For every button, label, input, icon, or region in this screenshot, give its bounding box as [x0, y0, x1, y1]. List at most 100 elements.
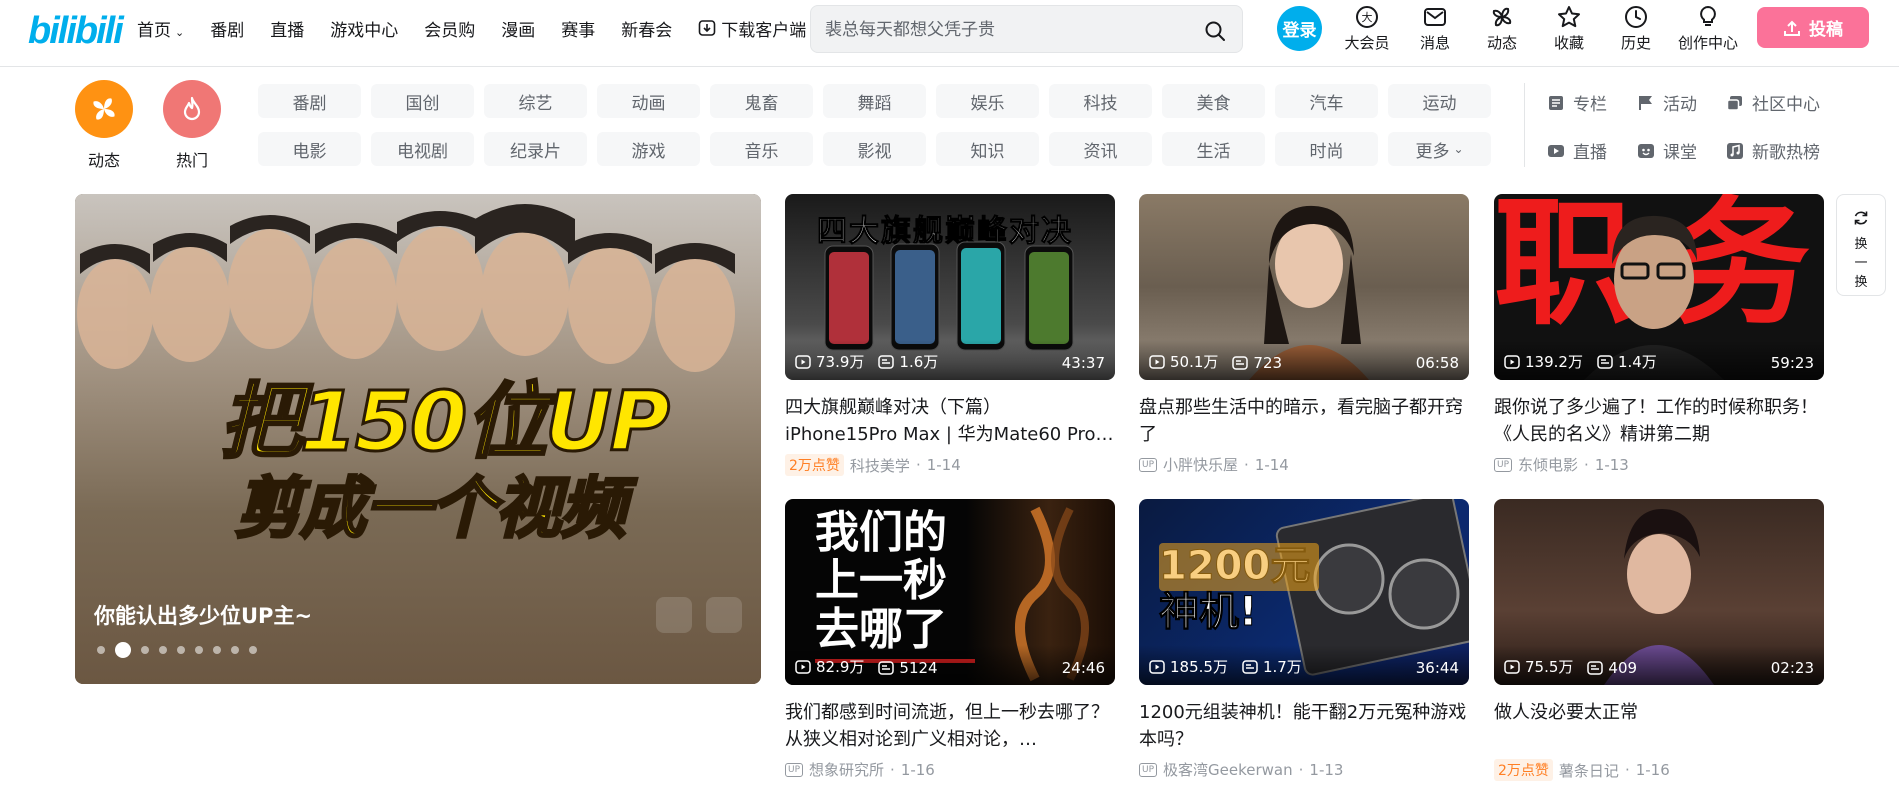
video-thumbnail[interactable]: 1200元神机! 185.5万 1.7万 36:44	[1139, 499, 1469, 685]
bilibili-logo[interactable]: bilibili	[28, 10, 124, 53]
video-thumbnail[interactable]: 75.5万 409 02:23	[1494, 499, 1824, 685]
vip-link[interactable]: 大 大会员	[1337, 4, 1397, 53]
video-author[interactable]: 极客湾Geekerwan	[1163, 759, 1293, 780]
video-card[interactable]: 我们的上一秒去哪了 82.9万 5124 24:46 我们都感到时间流逝，但上一…	[785, 499, 1115, 780]
carousel-dot-active[interactable]	[115, 642, 131, 658]
video-title[interactable]: 我们都感到时间流逝，但上一秒去哪了？从狭义相对论到广义相对论，…	[785, 699, 1115, 753]
nav-game-center[interactable]: 游戏中心	[330, 16, 398, 41]
carousel-dot[interactable]	[213, 646, 221, 654]
channel-chip[interactable]: 鬼畜	[710, 84, 813, 118]
view-count: 73.9万	[816, 353, 865, 371]
favorites-link[interactable]: 收藏	[1539, 4, 1599, 53]
nav-home[interactable]: 首页 ⌄	[137, 16, 184, 41]
channel-chip[interactable]: 国创	[371, 84, 474, 118]
nav-live[interactable]: 直播	[270, 16, 304, 41]
channel-chip[interactable]: 影视	[823, 132, 926, 166]
video-thumbnail[interactable]: 50.1万 723 06:58	[1139, 194, 1469, 380]
nav-spring-gala[interactable]: 新春会	[621, 16, 672, 41]
refresh-feed-button[interactable]: 换 一 换	[1836, 194, 1886, 296]
channel-chip[interactable]: 运动	[1388, 84, 1491, 118]
channel-chip[interactable]: 时尚	[1275, 132, 1378, 166]
video-author[interactable]: 小胖快乐屋	[1163, 454, 1238, 475]
channel-chip[interactable]: 电影	[258, 132, 361, 166]
video-thumbnail[interactable]: 四大旗舰巅峰对决 73.9万 1.6万 43:37	[785, 194, 1115, 380]
community-center-label: 社区中心	[1752, 95, 1820, 115]
video-card[interactable]: 职务 139.2万 1.4万 59:23 跟你说了多少遍了！工作的时候称职务！《…	[1494, 194, 1824, 475]
video-title[interactable]: 盘点那些生活中的暗示，看完脑子都开窍了	[1139, 394, 1469, 448]
video-title[interactable]: 1200元组装神机！能干翻2万元冤种游戏本吗？	[1139, 699, 1469, 753]
carousel-next-button[interactable]	[706, 597, 742, 633]
message-link[interactable]: 消息	[1405, 4, 1465, 53]
nav-manga[interactable]: 漫画	[501, 16, 535, 41]
channel-chip[interactable]: 纪录片	[484, 132, 587, 166]
history-link[interactable]: 历史	[1606, 4, 1666, 53]
carousel-dot[interactable]	[141, 646, 149, 654]
channel-chip[interactable]: 资讯	[1049, 132, 1152, 166]
nav-home-label: 首页	[137, 20, 171, 41]
video-author[interactable]: 东倾电影	[1518, 454, 1578, 475]
nav-esports[interactable]: 赛事	[561, 16, 595, 41]
video-card[interactable]: 四大旗舰巅峰对决 73.9万 1.6万 43:37 四大旗舰巅峰对决（下篇） i…	[785, 194, 1115, 476]
channel-chip[interactable]: 科技	[1049, 84, 1152, 118]
dynamic-channel-button[interactable]	[75, 80, 133, 138]
column-link[interactable]: 专栏	[1547, 90, 1607, 115]
video-author[interactable]: 科技美学	[850, 455, 910, 476]
nav-mall[interactable]: 会员购	[424, 16, 475, 41]
banner-caption[interactable]: 你能认出多少位UP主~	[94, 600, 312, 630]
channel-chip[interactable]: 音乐	[710, 132, 813, 166]
dynamic-link[interactable]: 动态	[1472, 4, 1532, 53]
video-card[interactable]: 75.5万 409 02:23 做人没必要太正常 2万点赞 薯条日记 · 1-16	[1494, 499, 1824, 781]
channel-chip[interactable]: 番剧	[258, 84, 361, 118]
channel-chip[interactable]: 娱乐	[936, 84, 1039, 118]
more-channels-button[interactable]: 更多 ⌄	[1388, 132, 1491, 166]
video-title[interactable]: 四大旗舰巅峰对决（下篇） iPhone15Pro Max | 华为Mate60 …	[785, 394, 1115, 448]
carousel-dot[interactable]	[249, 646, 257, 654]
classroom-link[interactable]: 课堂	[1637, 138, 1697, 163]
community-center-link[interactable]: 社区中心	[1726, 90, 1820, 115]
video-thumbnail[interactable]: 我们的上一秒去哪了 82.9万 5124 24:46	[785, 499, 1115, 685]
new-songs-chart-link[interactable]: 新歌热榜	[1726, 138, 1820, 163]
banner-carousel[interactable]: 把150位UP 剪成一个视频 你能认出多少位UP主~	[75, 194, 761, 684]
clock-icon	[1625, 6, 1647, 28]
video-card[interactable]: 50.1万 723 06:58 盘点那些生活中的暗示，看完脑子都开窍了 UP 小胖…	[1139, 194, 1469, 475]
history-label: 历史	[1620, 34, 1651, 52]
channel-chip[interactable]: 电视剧	[371, 132, 474, 166]
channel-chip[interactable]: 美食	[1162, 84, 1265, 118]
new-songs-chart-label: 新歌热榜	[1752, 143, 1820, 163]
nav-anime[interactable]: 番剧	[210, 16, 244, 41]
video-author[interactable]: 想象研究所	[809, 759, 884, 780]
carousel-dot[interactable]	[97, 646, 105, 654]
login-button[interactable]: 登录	[1277, 6, 1322, 51]
hot-channel-label: 热门	[175, 151, 208, 170]
video-title[interactable]: 跟你说了多少遍了！工作的时候称职务！《人民的名义》精讲第二期	[1494, 394, 1824, 448]
video-title[interactable]: 做人没必要太正常	[1494, 699, 1824, 753]
carousel-dot[interactable]	[195, 646, 203, 654]
carousel-dot[interactable]	[177, 646, 185, 654]
video-card[interactable]: 1200元神机! 185.5万 1.7万 36:44 1200元组装神机！能干翻…	[1139, 499, 1469, 780]
download-label: 下载客户端	[721, 20, 807, 41]
upload-button[interactable]: 投稿	[1757, 7, 1869, 48]
creator-center-link[interactable]: 创作中心	[1676, 4, 1740, 53]
channel-chip[interactable]: 游戏	[597, 132, 700, 166]
play-count-icon	[1504, 659, 1520, 674]
search-input[interactable]	[825, 18, 1185, 42]
channel-chip[interactable]: 舞蹈	[823, 84, 926, 118]
video-thumbnail[interactable]: 职务 139.2万 1.4万 59:23	[1494, 194, 1824, 380]
carousel-dot[interactable]	[159, 646, 167, 654]
channel-chip[interactable]: 生活	[1162, 132, 1265, 166]
chevron-down-icon: ⌄	[175, 25, 185, 39]
download-client-link[interactable]: 下载客户端	[698, 16, 806, 41]
search-icon[interactable]	[1204, 20, 1226, 42]
carousel-prev-button[interactable]	[656, 597, 692, 633]
live-link[interactable]: 直播	[1547, 138, 1607, 163]
channel-chip[interactable]: 综艺	[484, 84, 587, 118]
channel-chip[interactable]: 汽车	[1275, 84, 1378, 118]
hot-channel-button[interactable]	[163, 80, 221, 138]
channel-chip[interactable]: 动画	[597, 84, 700, 118]
video-author[interactable]: 薯条日记	[1559, 760, 1619, 781]
carousel-dot[interactable]	[231, 646, 239, 654]
channel-chip[interactable]: 知识	[936, 132, 1039, 166]
activity-link[interactable]: 活动	[1637, 90, 1697, 115]
meta-separator: ·	[1584, 455, 1589, 474]
flag-icon	[1639, 95, 1652, 110]
